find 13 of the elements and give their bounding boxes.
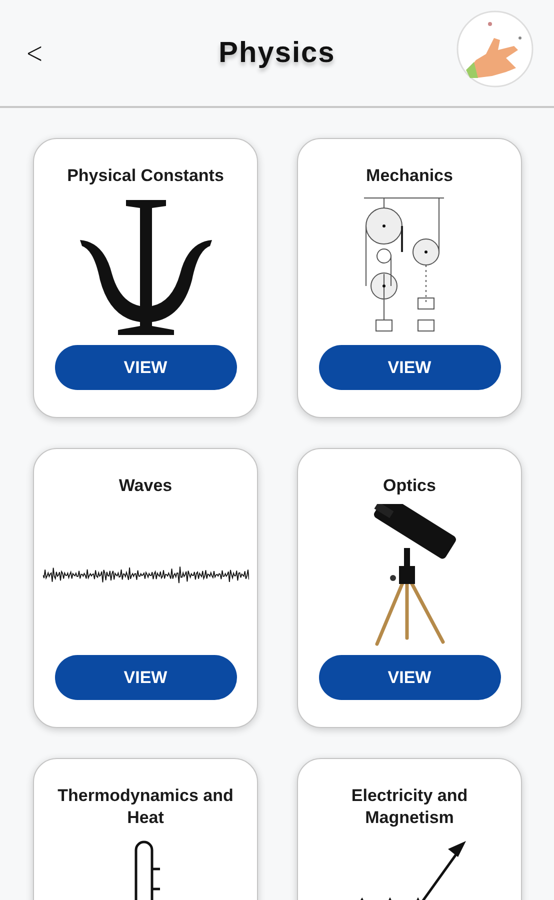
view-button[interactable]: VIEW: [318, 345, 500, 390]
card-title: Mechanics: [365, 165, 454, 187]
card-title: Waves: [118, 475, 174, 497]
view-button[interactable]: VIEW: [54, 655, 236, 700]
back-button[interactable]: <: [22, 36, 46, 70]
view-button[interactable]: VIEW: [318, 655, 500, 700]
card-title: Electricity and Magnetism: [350, 785, 469, 829]
view-button[interactable]: VIEW: [54, 345, 236, 390]
card-title: Physical Constants: [66, 165, 225, 187]
card-title: Thermodynamics and Heat: [56, 785, 234, 829]
hand-avatar-icon: [456, 10, 534, 88]
card-title: Optics: [382, 475, 437, 497]
page-title: Physics: [218, 36, 336, 70]
